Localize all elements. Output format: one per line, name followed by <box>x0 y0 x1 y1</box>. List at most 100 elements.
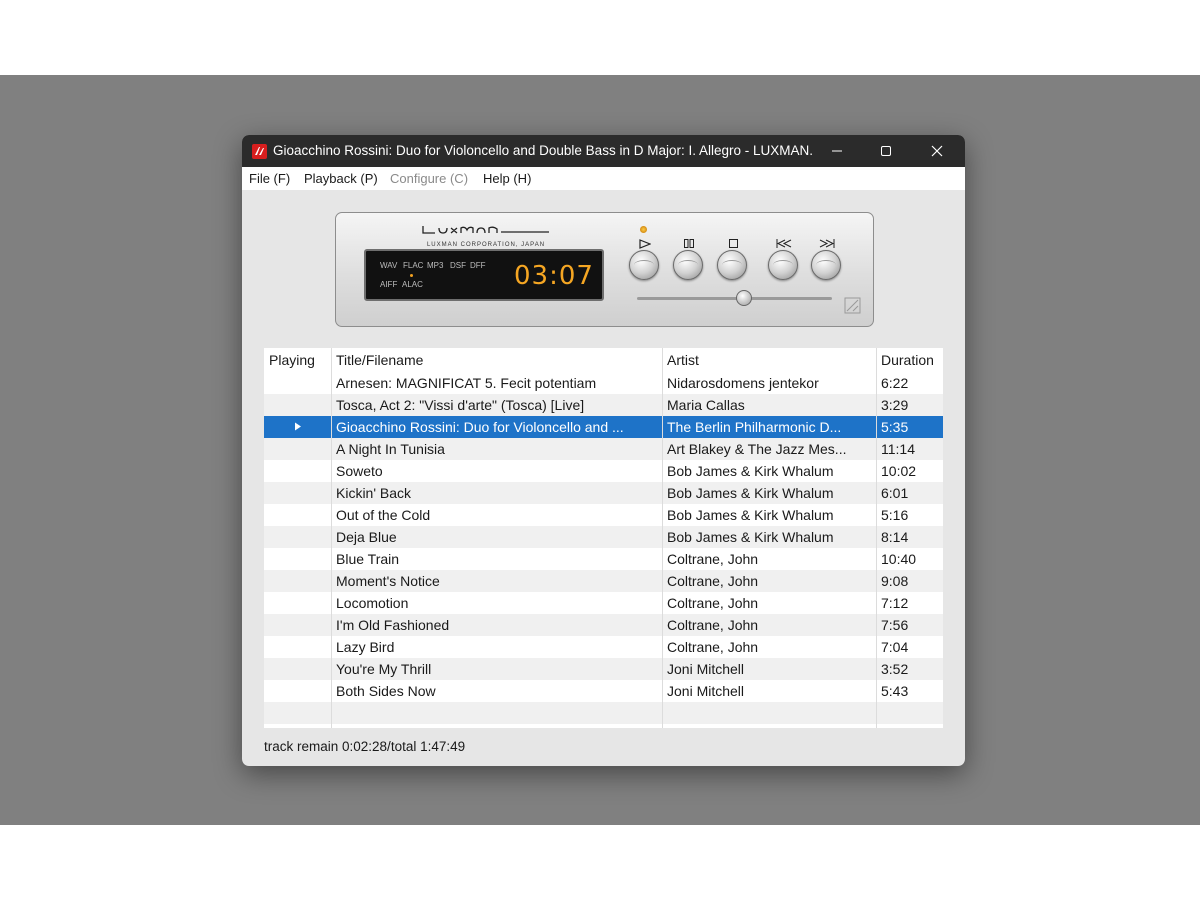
cell-title: Tosca, Act 2: "Vissi d'arte" (Tosca) [Li… <box>336 397 585 413</box>
playlist-header: Playing Title/Filename Artist Duration <box>264 348 943 372</box>
table-row[interactable]: Both Sides Now Joni Mitchell 5:43 <box>264 680 943 702</box>
table-row[interactable]: Locomotion Coltrane, John 7:12 <box>264 592 943 614</box>
next-button[interactable] <box>811 250 841 280</box>
table-row[interactable]: Soweto Bob James & Kirk Whalum 10:02 <box>264 460 943 482</box>
minimize-icon <box>832 150 842 152</box>
table-row[interactable]: Kickin' Back Bob James & Kirk Whalum 6:01 <box>264 482 943 504</box>
cell-artist: Coltrane, John <box>667 595 759 611</box>
title-bar[interactable]: Gioacchino Rossini: Duo for Violoncello … <box>242 135 965 167</box>
volume-slider[interactable] <box>637 297 832 300</box>
column-header-artist[interactable]: Artist <box>667 352 699 368</box>
app-window: Gioacchino Rossini: Duo for Violoncello … <box>242 135 965 766</box>
cell-duration: 10:02 <box>881 463 917 479</box>
table-row[interactable]: Blue Train Coltrane, John 10:40 <box>264 548 943 570</box>
now-playing-icon <box>295 422 301 431</box>
close-icon <box>931 145 943 157</box>
cell-title: You're My Thrill <box>336 661 432 677</box>
format-aiff: AIFF <box>380 280 398 289</box>
lcd-display: WAV FLAC MP3 DSF DFF AIFF ALAC 03:07 <box>364 249 604 301</box>
cell-artist: Bob James & Kirk Whalum <box>667 463 834 479</box>
menu-configure[interactable]: Configure (C) <box>390 171 468 186</box>
menu-help[interactable]: Help (H) <box>483 171 531 186</box>
cell-artist: Nidarosdomens jentekor <box>667 375 819 391</box>
table-row[interactable]: Moment's Notice Coltrane, John 9:08 <box>264 570 943 592</box>
format-mp3: MP3 <box>427 261 444 270</box>
cell-artist: Joni Mitchell <box>667 683 745 699</box>
cell-duration: 11:14 <box>881 441 915 457</box>
previous-button[interactable] <box>768 250 798 280</box>
column-divider <box>331 348 332 728</box>
cell-title: Arnesen: MAGNIFICAT 5. Fecit potentiam <box>336 375 597 391</box>
mini-mode-icon[interactable] <box>844 297 861 314</box>
playlist-table: Playing Title/Filename Artist Duration A… <box>264 348 943 728</box>
volume-slider-knob[interactable] <box>736 290 753 306</box>
column-header-title[interactable]: Title/Filename <box>336 352 423 368</box>
cell-duration: 7:12 <box>881 595 909 611</box>
column-divider <box>662 348 663 728</box>
table-row[interactable]: Lazy Bird Coltrane, John 7:04 <box>264 636 943 658</box>
table-row[interactable]: You're My Thrill Joni Mitchell 3:52 <box>264 658 943 680</box>
format-dff: DFF <box>470 261 486 270</box>
cell-title: Gioacchino Rossini: Duo for Violoncello … <box>336 419 624 435</box>
luxman-wordmark-icon <box>422 226 549 234</box>
cell-artist: Bob James & Kirk Whalum <box>667 529 834 545</box>
cell-title: Soweto <box>336 463 383 479</box>
cell-title: Out of the Cold <box>336 507 431 523</box>
power-led <box>640 226 647 233</box>
table-row[interactable]: Tosca, Act 2: "Vissi d'arte" (Tosca) [Li… <box>264 394 943 416</box>
menu-file[interactable]: File (F) <box>249 171 290 186</box>
cell-artist: The Berlin Philharmonic D... <box>667 419 842 435</box>
maximize-icon <box>881 146 891 156</box>
table-row-empty <box>264 702 943 724</box>
table-row[interactable]: I'm Old Fashioned Coltrane, John 7:56 <box>264 614 943 636</box>
active-format-indicator <box>410 274 413 277</box>
format-wav: WAV <box>380 261 398 270</box>
format-flac: FLAC <box>403 261 424 270</box>
status-bar: track remain 0:02:28/total 1:47:49 <box>264 739 466 754</box>
cell-title: Locomotion <box>336 595 409 611</box>
cell-title: Both Sides Now <box>336 683 436 699</box>
cell-artist: Coltrane, John <box>667 617 759 633</box>
cell-artist: Coltrane, John <box>667 573 759 589</box>
close-button[interactable] <box>914 135 960 167</box>
table-row[interactable]: Deja Blue Bob James & Kirk Whalum 8:14 <box>264 526 943 548</box>
cell-artist: Coltrane, John <box>667 639 759 655</box>
pause-button[interactable] <box>673 250 703 280</box>
format-dsf: DSF <box>450 261 466 270</box>
cell-title: A Night In Tunisia <box>336 441 445 457</box>
play-button[interactable] <box>629 250 659 280</box>
cell-duration: 5:43 <box>881 683 909 699</box>
table-row[interactable]: Out of the Cold Bob James & Kirk Whalum 5:… <box>264 504 943 526</box>
cell-duration: 7:04 <box>881 639 909 655</box>
cell-title: Moment's Notice <box>336 573 440 589</box>
column-header-playing[interactable]: Playing <box>269 352 315 368</box>
cell-duration: 6:22 <box>881 375 909 391</box>
app-icon <box>252 144 267 159</box>
minimize-button[interactable] <box>814 135 860 167</box>
cell-duration: 8:14 <box>881 529 909 545</box>
cell-artist: Bob James & Kirk Whalum <box>667 507 834 523</box>
table-row[interactable]: A Night In Tunisia Art Blakey & The Jazz … <box>264 438 943 460</box>
cell-duration: 3:52 <box>881 661 909 677</box>
cell-title: Blue Train <box>336 551 400 567</box>
cell-duration: 5:35 <box>881 419 909 435</box>
maximize-button[interactable] <box>863 135 909 167</box>
table-row[interactable]: Gioacchino Rossini: Duo for Violoncello … <box>264 416 943 438</box>
stop-button[interactable] <box>717 250 747 280</box>
window-title: Gioacchino Rossini: Duo for Violoncello … <box>273 143 813 158</box>
luxman-subtitle: LUXMAN CORPORATION, JAPAN <box>426 242 546 248</box>
cell-duration: 7:56 <box>881 617 909 633</box>
table-row[interactable]: Arnesen: MAGNIFICAT 5. Fecit potentiam Ni… <box>264 372 943 394</box>
column-header-duration[interactable]: Duration <box>881 352 934 368</box>
cell-duration: 10:40 <box>881 551 917 567</box>
cell-title: Lazy Bird <box>336 639 395 655</box>
cell-artist: Maria Callas <box>667 397 745 413</box>
cell-artist: Coltrane, John <box>667 551 759 567</box>
cell-title: Deja Blue <box>336 529 397 545</box>
cell-duration: 9:08 <box>881 573 909 589</box>
player-panel: LUXMAN CORPORATION, JAPAN WAV FLAC MP3 D… <box>335 212 874 327</box>
playback-time: 03:07 <box>514 261 594 291</box>
menu-playback[interactable]: Playback (P) <box>304 171 378 186</box>
cell-duration: 3:29 <box>881 397 909 413</box>
cell-artist: Joni Mitchell <box>667 661 745 677</box>
